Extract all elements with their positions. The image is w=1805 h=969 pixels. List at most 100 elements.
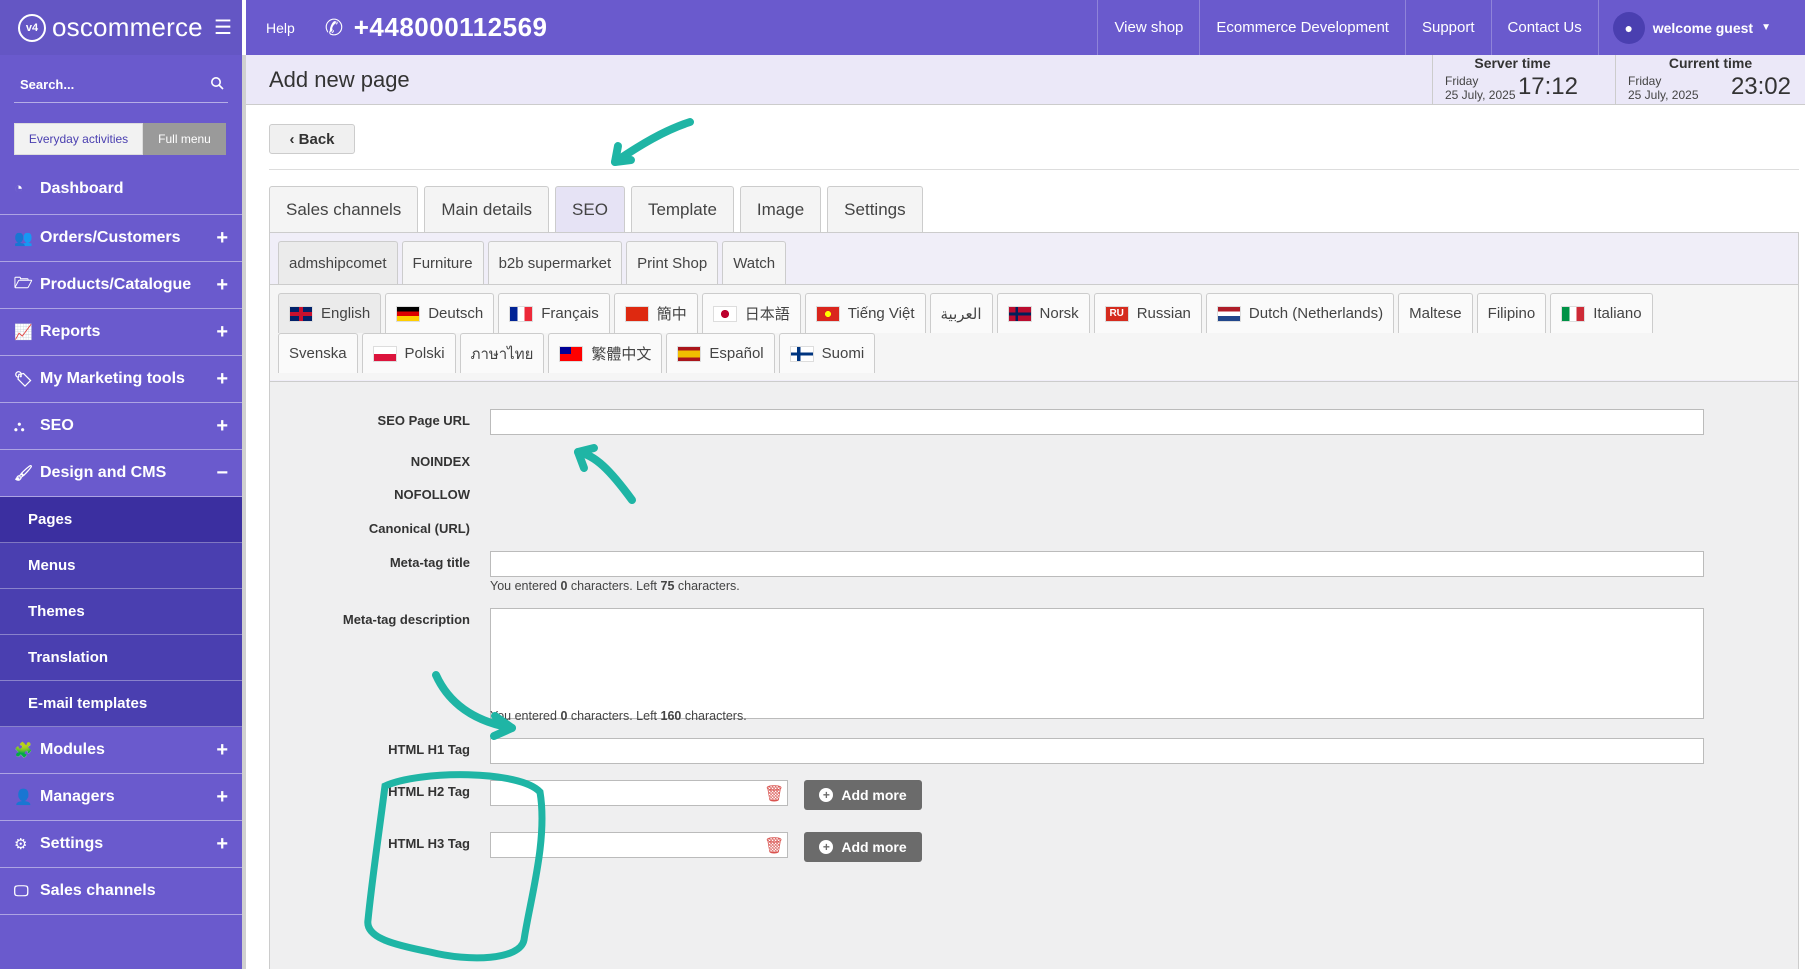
sidebar-item-managers[interactable]: 👤 Managers + xyxy=(0,774,242,821)
tab-lang-chinese-traditional[interactable]: 繁體中文 xyxy=(548,333,663,373)
top-nav: View shop Ecommerce Development Support … xyxy=(1097,0,1805,55)
hamburger-menu-icon[interactable]: ☰ xyxy=(214,15,232,40)
folder-icon: 🗁 xyxy=(14,274,33,292)
caret-down-icon: ▼ xyxy=(1761,22,1771,33)
sidebar-subitem-pages[interactable]: Pages xyxy=(0,497,242,543)
sidebar-item-dashboard[interactable]: ◔ Dashboard xyxy=(0,163,242,215)
users-icon: 👥 xyxy=(14,230,33,247)
tab-lang-thai[interactable]: ภาษาไทย xyxy=(459,333,545,373)
ecommerce-development-link[interactable]: Ecommerce Development xyxy=(1199,0,1405,55)
tab-settings[interactable]: Settings xyxy=(827,186,923,232)
tab-lang-russian[interactable]: RU Russian xyxy=(1093,293,1202,333)
lang-label: Italiano xyxy=(1593,305,1642,322)
brand[interactable]: v4 oscommerce ☰ xyxy=(0,0,242,55)
main-content: ‹ Back Sales channels Main details SEO T… xyxy=(246,106,1805,969)
sidebar-item-design-cms[interactable]: 🖌 Design and CMS − xyxy=(0,450,242,497)
tab-lang-dutch[interactable]: Dutch (Netherlands) xyxy=(1205,293,1395,333)
view-shop-link[interactable]: View shop xyxy=(1097,0,1199,55)
expand-icon[interactable]: + xyxy=(216,321,228,344)
tab-lang-suomi[interactable]: Suomi xyxy=(778,333,876,373)
sidebar-subitem-themes[interactable]: Themes xyxy=(0,589,242,635)
phone-text: +448000112569 xyxy=(353,12,548,42)
support-link[interactable]: Support xyxy=(1404,0,1491,55)
tab-channel-print-shop[interactable]: Print Shop xyxy=(626,241,719,285)
tab-lang-chinese-simplified[interactable]: 簡中 xyxy=(613,293,698,333)
tab-channel-furniture[interactable]: Furniture xyxy=(401,241,484,285)
tab-seo[interactable]: SEO xyxy=(555,186,625,232)
lang-label: Français xyxy=(541,305,599,322)
tab-lang-svenska[interactable]: Svenska xyxy=(278,333,358,373)
expand-icon[interactable]: + xyxy=(216,833,228,856)
tab-channel-admshipcomet[interactable]: admshipcomet xyxy=(278,241,398,285)
sidebar-item-sales-channels[interactable]: 🖵 Sales channels xyxy=(0,868,242,915)
tab-channel-b2b-supermarket[interactable]: b2b supermarket xyxy=(487,241,623,285)
lang-label: 日本語 xyxy=(744,306,790,323)
tab-image[interactable]: Image xyxy=(739,186,822,232)
current-time-title: Current time xyxy=(1668,55,1753,71)
h3-input[interactable] xyxy=(490,832,788,858)
expand-icon[interactable]: + xyxy=(216,227,228,250)
lang-label: Dutch (Netherlands) xyxy=(1248,305,1384,322)
tab-lang-japanese[interactable]: 日本語 xyxy=(701,293,801,333)
tab-lang-vietnamese[interactable]: Tiếng Việt xyxy=(804,293,926,333)
sidebar-item-label: My Marketing tools xyxy=(40,370,185,387)
back-button[interactable]: ‹ Back xyxy=(269,124,355,154)
search-placeholder: Search... xyxy=(20,77,75,92)
flag-ru-icon: RU xyxy=(1104,305,1129,322)
tab-lang-italiano[interactable]: Italiano xyxy=(1550,293,1653,333)
tab-lang-polski[interactable]: Polski xyxy=(361,333,456,373)
current-time-date: 25 July, 2025 xyxy=(1628,88,1699,102)
expand-icon[interactable]: + xyxy=(216,786,228,809)
trash-icon[interactable]: 🗑 xyxy=(764,784,784,804)
contact-us-link[interactable]: Contact Us xyxy=(1490,0,1598,55)
expand-icon[interactable]: + xyxy=(216,415,228,438)
help-link[interactable]: Help xyxy=(266,20,295,36)
sidebar-subitem-menus[interactable]: Menus xyxy=(0,543,242,589)
top-bar: Help ✆ +448000112569 View shop Ecommerce… xyxy=(246,0,1805,55)
add-more-h3-button[interactable]: + Add more xyxy=(804,832,922,862)
sidebar-item-orders-customers[interactable]: 👥 Orders/Customers + xyxy=(0,215,242,262)
collapse-icon[interactable]: − xyxy=(216,462,228,485)
search-icon[interactable] xyxy=(210,76,224,93)
tab-lang-deutsch[interactable]: Deutsch xyxy=(385,293,495,333)
flag-cn-icon xyxy=(624,305,649,322)
h2-input[interactable] xyxy=(490,780,788,806)
full-menu-button[interactable]: Full menu xyxy=(143,123,226,155)
everyday-activities-button[interactable]: Everyday activities xyxy=(14,123,143,155)
lang-label: Tiếng Việt xyxy=(847,305,915,322)
phone-number[interactable]: ✆ +448000112569 xyxy=(325,12,548,43)
user-menu[interactable]: ● welcome guest ▼ xyxy=(1597,0,1805,55)
sidebar-item-reports[interactable]: 📈 Reports + xyxy=(0,309,242,356)
tab-lang-english[interactable]: English xyxy=(278,293,382,333)
trash-icon[interactable]: 🗑 xyxy=(764,836,784,856)
sidebar-item-modules[interactable]: 🧩 Modules + xyxy=(0,727,242,774)
sidebar-item-seo[interactable]: ⛬ SEO + xyxy=(0,403,242,450)
sidebar-search-input[interactable]: Search... xyxy=(14,67,228,103)
tab-main-details[interactable]: Main details xyxy=(424,186,550,232)
monitor-icon: 🖵 xyxy=(14,882,29,900)
meta-title-input[interactable] xyxy=(490,551,1704,577)
expand-icon[interactable]: + xyxy=(216,739,228,762)
expand-icon[interactable]: + xyxy=(216,368,228,391)
tab-lang-francais[interactable]: Français xyxy=(498,293,610,333)
dashboard-icon: ◔ xyxy=(14,180,24,197)
seo-url-input[interactable] xyxy=(490,409,1704,435)
plus-icon: + xyxy=(819,840,834,854)
sidebar-subitem-translation[interactable]: Translation xyxy=(0,635,242,681)
sidebar-item-marketing-tools[interactable]: 🏷 My Marketing tools + xyxy=(0,356,242,403)
expand-icon[interactable]: + xyxy=(216,274,228,297)
sidebar-subitem-email-templates[interactable]: E-mail templates xyxy=(0,681,242,727)
sidebar-item-settings[interactable]: ⚙ Settings + xyxy=(0,821,242,868)
meta-desc-textarea[interactable] xyxy=(490,608,1704,719)
tab-lang-arabic[interactable]: العربية xyxy=(929,293,993,333)
tab-lang-norsk[interactable]: Norsk xyxy=(996,293,1090,333)
tab-lang-maltese[interactable]: Maltese xyxy=(1398,293,1473,333)
sidebar-item-products-catalogue[interactable]: 🗁 Products/Catalogue + xyxy=(0,262,242,309)
tab-lang-filipino[interactable]: Filipino xyxy=(1476,293,1547,333)
tab-template[interactable]: Template xyxy=(630,186,734,232)
h1-input[interactable] xyxy=(490,738,1704,764)
tab-channel-watch[interactable]: Watch xyxy=(722,241,787,285)
tab-lang-espanol[interactable]: Español xyxy=(666,333,775,373)
tab-sales-channels[interactable]: Sales channels xyxy=(269,186,419,232)
add-more-h2-button[interactable]: + Add more xyxy=(804,780,922,810)
